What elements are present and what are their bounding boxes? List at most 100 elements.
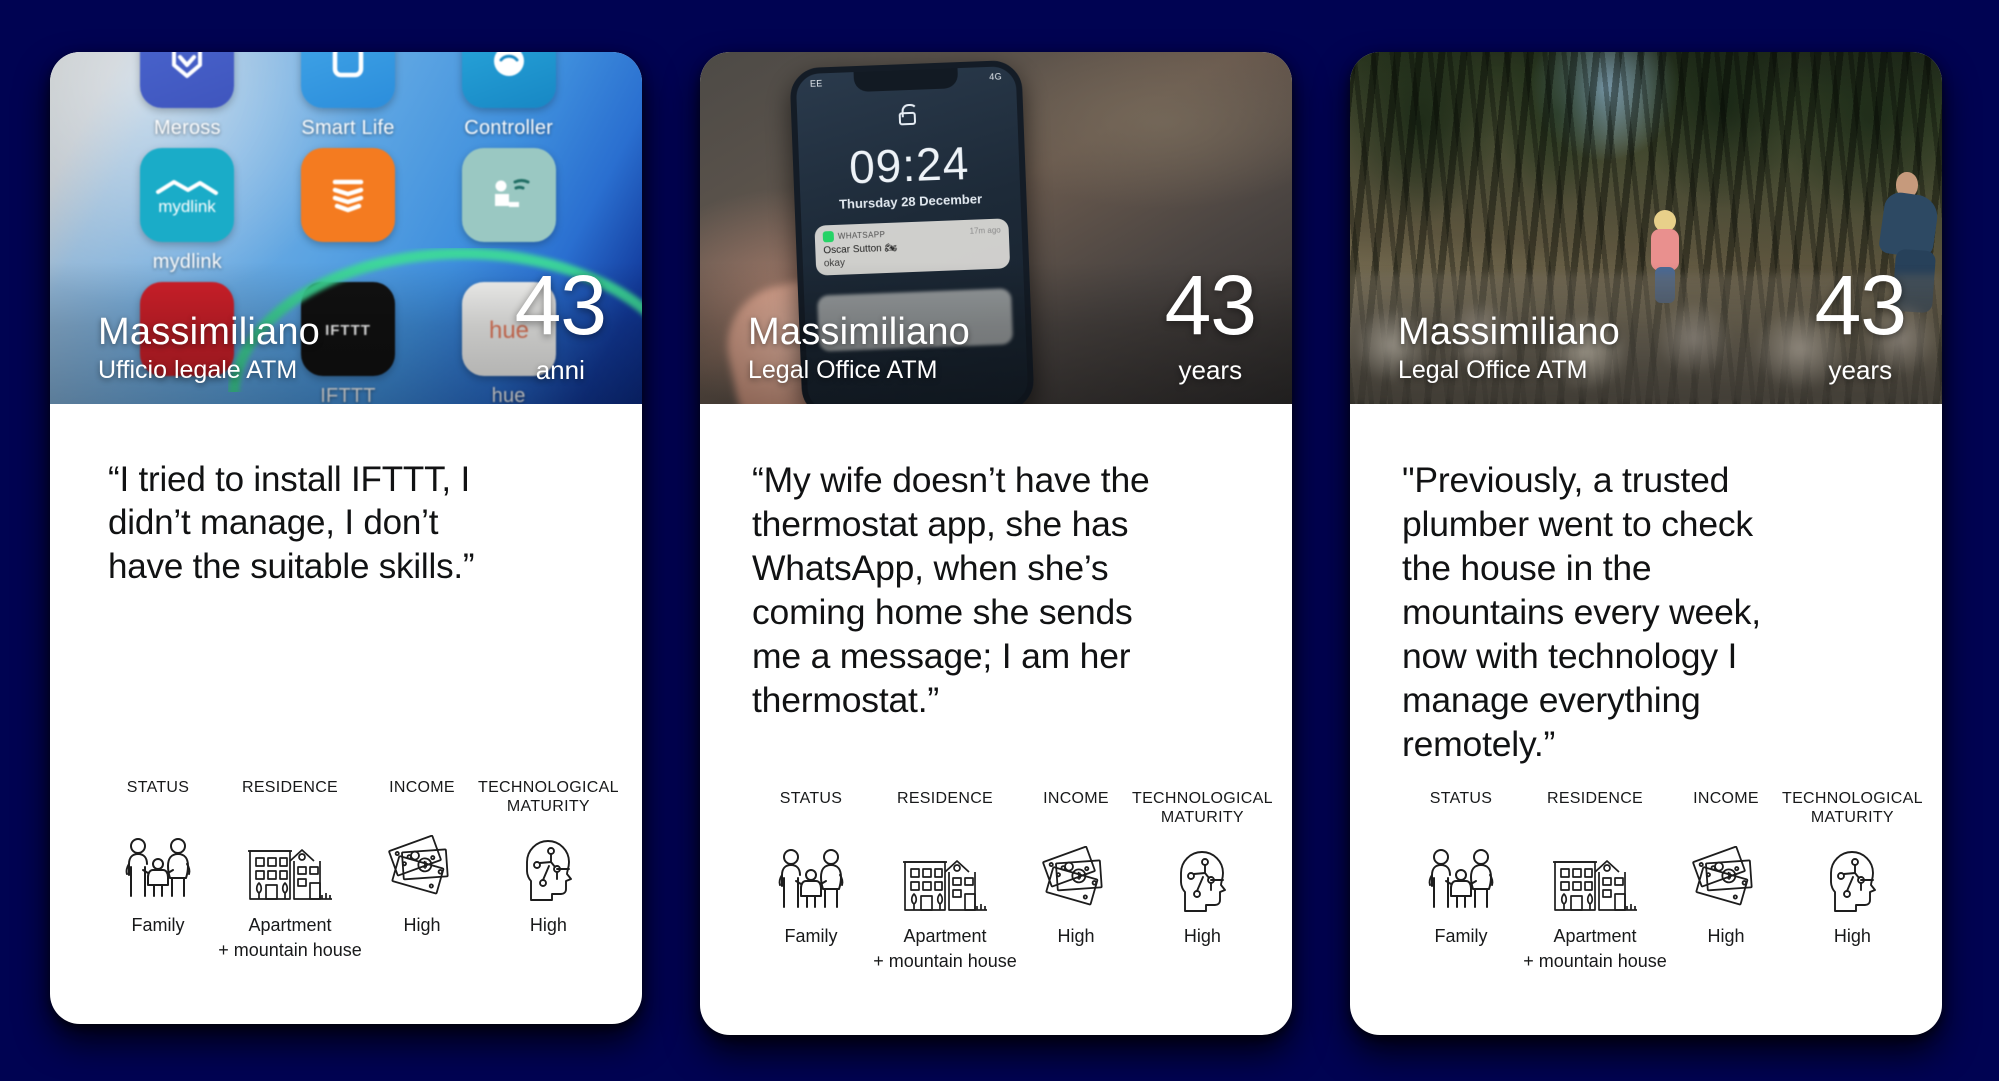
persona-attributes: STATUS Family RESIDENCE Apartment + moun… bbox=[1402, 790, 1923, 1035]
attribute-label: INCOME bbox=[1043, 790, 1109, 808]
card-body: “My wife doesn’t have the thermostat app… bbox=[700, 404, 1292, 1035]
attribute-label: TECHNOLOGICAL MATURITY bbox=[1132, 790, 1273, 827]
buildings-icon bbox=[214, 831, 366, 903]
persona-age-block: 43 years bbox=[1164, 258, 1262, 386]
attribute-technological-maturity: TECHNOLOGICAL MATURITY High bbox=[478, 779, 619, 937]
persona-age-unit: anni bbox=[535, 355, 585, 385]
persona-quote: "Previously, a trusted plumber went to c… bbox=[1402, 460, 1761, 765]
attribute-label: STATUS bbox=[126, 779, 190, 797]
persona-attributes: STATUS Family RESIDENCE Apartment + moun… bbox=[752, 790, 1273, 1035]
persona-role: Legal Office ATM bbox=[1398, 355, 1588, 384]
attribute-label: STATUS bbox=[1429, 790, 1493, 808]
controller-app-icon bbox=[461, 52, 556, 108]
persona-role: Ufficio legale ATM bbox=[98, 355, 298, 384]
whatsapp-icon bbox=[822, 231, 835, 243]
persona-age-number: 43 bbox=[1814, 258, 1907, 353]
lockscreen-time: 09:24 bbox=[848, 136, 971, 194]
persona-age-block: 43 anni bbox=[514, 258, 612, 386]
attribute-label: RESIDENCE bbox=[896, 790, 994, 808]
persona-quote: “I tried to install IFTTT, I didn’t mana… bbox=[108, 460, 475, 586]
persona-age-unit: years bbox=[1178, 355, 1243, 385]
attribute-income: INCOME High bbox=[366, 779, 478, 937]
tech-head-icon bbox=[1782, 842, 1923, 914]
persona-name: Massimiliano bbox=[1398, 311, 1621, 354]
attribute-residence: RESIDENCE Apartment + mountain house bbox=[870, 790, 1020, 973]
attribute-value: High bbox=[403, 915, 441, 936]
attribute-value: High bbox=[1707, 926, 1745, 947]
mydlink-app-icon: mydlink bbox=[140, 148, 235, 242]
persona-name: Massimiliano bbox=[98, 311, 321, 354]
card-hero-image: EE 4G 09:24 Thursday 28 December WHATSAP… bbox=[700, 52, 1292, 404]
card-body: “I tried to install IFTTT, I didn’t mana… bbox=[50, 404, 642, 1024]
smart-life-app-icon bbox=[300, 52, 395, 108]
notification-app: WHATSAPP bbox=[822, 229, 886, 243]
svg-text:mydlink: mydlink bbox=[159, 197, 217, 216]
attribute-value: Family bbox=[131, 915, 185, 936]
family-icon bbox=[1402, 842, 1520, 914]
attribute-value: High bbox=[1057, 926, 1095, 947]
attribute-residence: RESIDENCE Apartment + mountain house bbox=[214, 779, 366, 962]
family-icon bbox=[752, 842, 870, 914]
attribute-status: STATUS Family bbox=[102, 779, 214, 937]
persona-card[interactable]: Meross Smart Life Controller mydlink Mas… bbox=[50, 52, 642, 1024]
banknotes-icon bbox=[366, 831, 478, 903]
family-icon bbox=[102, 831, 214, 903]
buildings-icon bbox=[1520, 842, 1670, 914]
carrier-label: EE bbox=[809, 78, 823, 89]
app-cell: mydlink mydlink bbox=[128, 148, 247, 274]
persona-age-block: 43 years bbox=[1814, 258, 1912, 386]
persona-age-unit: years bbox=[1828, 355, 1893, 385]
persona-identity: Massimiliano Ufficio legale ATM bbox=[98, 312, 320, 386]
persona-name: Massimiliano bbox=[748, 311, 971, 354]
app-cell: Controller bbox=[449, 52, 568, 140]
persona-identity: Massimiliano Legal Office ATM bbox=[748, 312, 970, 386]
attribute-label: RESIDENCE bbox=[241, 779, 339, 797]
attribute-value: Family bbox=[1434, 926, 1488, 947]
app-cell: Smart Life bbox=[289, 52, 408, 140]
hero-overlay: Massimiliano Ufficio legale ATM 43 anni bbox=[50, 258, 642, 404]
attribute-technological-maturity: TECHNOLOGICAL MATURITY High bbox=[1782, 790, 1923, 948]
attribute-income: INCOME High bbox=[1020, 790, 1132, 948]
attribute-status: STATUS Family bbox=[752, 790, 870, 948]
attribute-label: TECHNOLOGICAL MATURITY bbox=[478, 779, 619, 816]
card-hero-image: Meross Smart Life Controller mydlink Mas… bbox=[50, 52, 642, 404]
persona-age-number: 43 bbox=[514, 258, 607, 353]
tech-head-icon bbox=[1132, 842, 1273, 914]
attribute-value: High bbox=[529, 915, 567, 936]
orange-app-icon bbox=[300, 148, 395, 242]
attribute-label: INCOME bbox=[389, 779, 455, 797]
tech-head-icon bbox=[478, 831, 619, 903]
attribute-label: INCOME bbox=[1693, 790, 1759, 808]
banknotes-icon bbox=[1020, 842, 1132, 914]
notification-time: 17m ago bbox=[969, 225, 1001, 236]
card-body: "Previously, a trusted plumber went to c… bbox=[1350, 404, 1942, 1035]
buildings-icon bbox=[870, 842, 1020, 914]
attribute-residence: RESIDENCE Apartment + mountain house bbox=[1520, 790, 1670, 973]
persona-role: Legal Office ATM bbox=[748, 355, 938, 384]
app-label: Meross bbox=[153, 117, 221, 139]
hero-overlay: Massimiliano Legal Office ATM 43 years bbox=[700, 258, 1292, 404]
attribute-value: Family bbox=[784, 926, 838, 947]
persona-attributes: STATUS Family RESIDENCE Apartment + moun… bbox=[102, 779, 619, 1024]
hero-overlay: Massimiliano Legal Office ATM 43 years bbox=[1350, 258, 1942, 404]
attribute-value: Apartment + mountain house bbox=[873, 926, 1017, 971]
attribute-value: High bbox=[1833, 926, 1871, 947]
attribute-technological-maturity: TECHNOLOGICAL MATURITY High bbox=[1132, 790, 1273, 948]
attribute-label: RESIDENCE bbox=[1546, 790, 1644, 808]
persona-identity: Massimiliano Legal Office ATM bbox=[1398, 312, 1620, 386]
attribute-label: STATUS bbox=[779, 790, 843, 808]
attribute-income: INCOME High bbox=[1670, 790, 1782, 948]
persona-age-number: 43 bbox=[1164, 258, 1257, 353]
app-cell: Meross bbox=[128, 52, 247, 140]
attribute-label: TECHNOLOGICAL MATURITY bbox=[1782, 790, 1923, 827]
attribute-value: High bbox=[1183, 926, 1221, 947]
notification-app-label: WHATSAPP bbox=[837, 230, 886, 241]
attribute-value: Apartment + mountain house bbox=[218, 915, 362, 960]
persona-quote: “My wife doesn’t have the thermostat app… bbox=[752, 460, 1150, 721]
banknotes-icon bbox=[1670, 842, 1782, 914]
seat-sensor-app-icon bbox=[461, 148, 556, 242]
persona-card[interactable]: EE 4G 09:24 Thursday 28 December WHATSAP… bbox=[700, 52, 1292, 1035]
persona-card[interactable]: Massimiliano Legal Office ATM 43 years "… bbox=[1350, 52, 1942, 1035]
